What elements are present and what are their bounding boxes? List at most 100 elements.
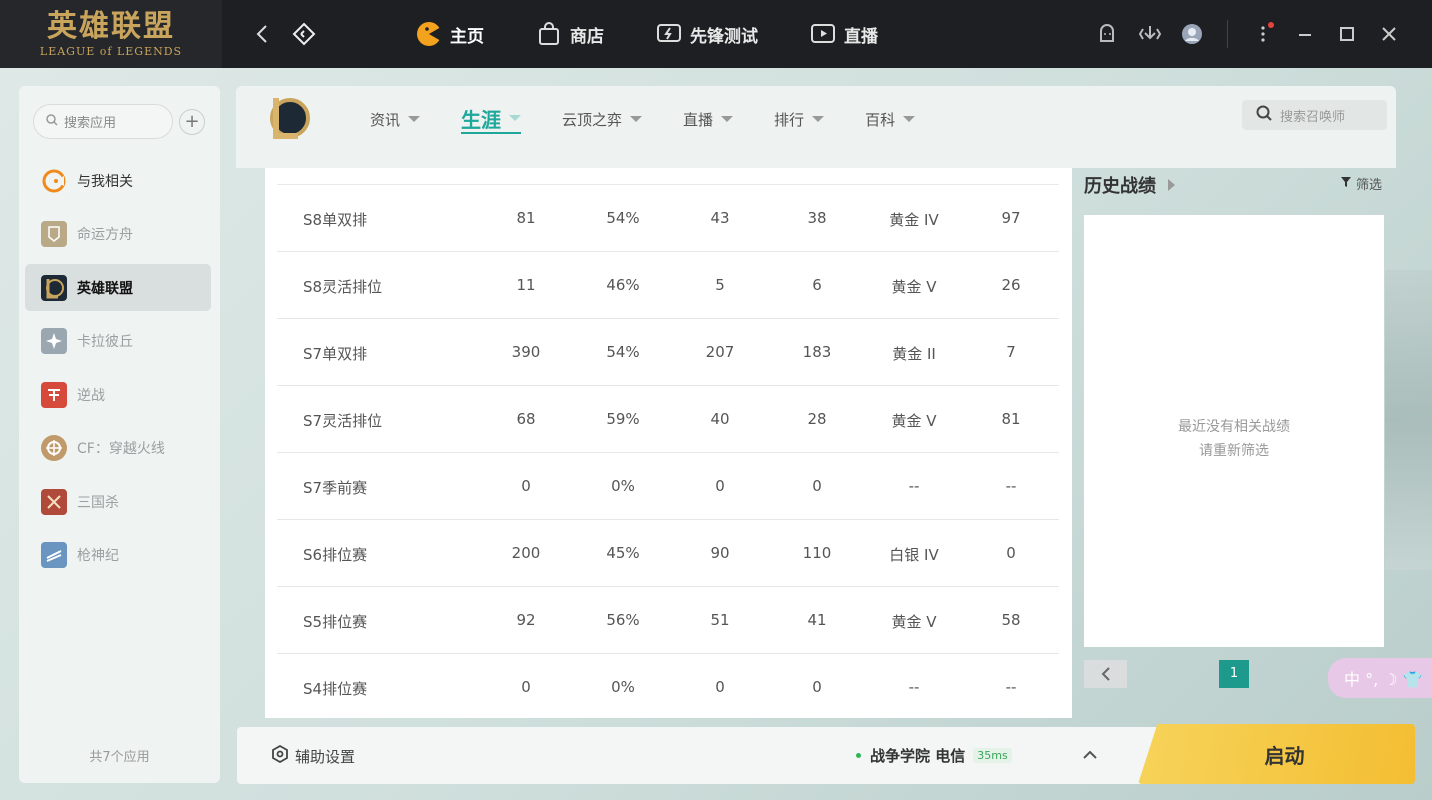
sidebar-item-label: 命运方舟 bbox=[77, 227, 133, 243]
points-cell: 97 bbox=[1001, 209, 1021, 227]
summoner-search-input[interactable]: 搜索召唤师 bbox=[1242, 100, 1387, 130]
search-icon bbox=[1256, 105, 1272, 125]
table-row[interactable]: S8单双排 81 54% 43 38 黄金 IV 97 bbox=[277, 185, 1059, 252]
nav-pbe-label: 先锋测试 bbox=[690, 26, 758, 47]
tab-label: 云顶之弈 bbox=[562, 110, 623, 129]
app-search-placeholder: 搜索应用 bbox=[64, 116, 117, 131]
window-controls bbox=[1079, 18, 1402, 50]
history-list: 最近没有相关战绩 请重新筛选 bbox=[1084, 215, 1384, 647]
points-cell: -- bbox=[1005, 477, 1017, 495]
add-app-button[interactable]: + bbox=[179, 109, 205, 135]
filter-icon bbox=[1340, 176, 1352, 192]
empty-line-1: 最近没有相关战绩 bbox=[1178, 419, 1290, 435]
winrate-cell: 54% bbox=[606, 343, 640, 361]
losses-cell: 0 bbox=[812, 678, 822, 696]
refresh-button[interactable] bbox=[290, 20, 318, 48]
sidebar-item-lost-ark[interactable]: 命运方舟 bbox=[25, 211, 211, 258]
filter-button[interactable]: 筛选 bbox=[1340, 174, 1382, 193]
table-row[interactable]: S7季前赛 0 0% 0 0 -- -- bbox=[277, 453, 1059, 520]
chevron-down-icon bbox=[721, 116, 734, 122]
back-button[interactable] bbox=[248, 20, 276, 48]
tier-cell: 白银 IV bbox=[889, 546, 939, 564]
table-row[interactable]: S7灵活排位 68 59% 40 28 黄金 V 81 bbox=[277, 386, 1059, 453]
sidebar-item-strinova[interactable]: 卡拉彼丘 bbox=[25, 318, 211, 365]
chevron-left-icon bbox=[256, 25, 267, 43]
crossfire-icon bbox=[41, 435, 67, 461]
rank-table: S8单双排 81 54% 43 38 黄金 IV 97 S8灵活排位 11 46% 5 6 黄金 V 26… bbox=[265, 168, 1072, 718]
notification-dot bbox=[1268, 22, 1274, 28]
more-menu-icon[interactable] bbox=[1250, 21, 1276, 47]
tab-live[interactable]: 直播 bbox=[683, 104, 734, 134]
table-row[interactable]: S4排位赛 0 0% 0 0 -- -- bbox=[277, 654, 1059, 718]
divider bbox=[1227, 20, 1228, 48]
lol-logo: 英雄联盟 LEAGUE of LEGENDS bbox=[0, 0, 222, 68]
winrate-cell: 54% bbox=[606, 209, 640, 227]
logo-title: 英雄联盟 bbox=[47, 8, 175, 44]
expand-servers-button[interactable] bbox=[1080, 745, 1100, 765]
wins-cell: 51 bbox=[710, 611, 730, 629]
sidebar-item-sanguosha[interactable]: 三国杀 bbox=[25, 478, 211, 525]
chat-bot-icon[interactable] bbox=[1095, 21, 1121, 47]
shopping-bag-icon bbox=[536, 21, 562, 47]
gear-icon bbox=[271, 744, 289, 767]
winrate-cell: 45% bbox=[606, 544, 640, 562]
nav-home[interactable]: 主页 bbox=[416, 18, 484, 50]
sidebar-item-label: 英雄联盟 bbox=[77, 280, 133, 297]
wins-cell: 0 bbox=[715, 477, 725, 495]
prev-page-button[interactable] bbox=[1084, 660, 1127, 688]
tab-news[interactable]: 资讯 bbox=[370, 104, 421, 134]
tab-ranking[interactable]: 排行 bbox=[774, 104, 825, 134]
tab-label: 资讯 bbox=[370, 110, 401, 129]
diamond-arrows-icon bbox=[292, 22, 316, 46]
sidebar-item-crossfire[interactable]: CF：穿越火线 bbox=[25, 425, 211, 472]
nav-shop[interactable]: 商店 bbox=[536, 18, 604, 50]
sidebar-item-lol[interactable]: 英雄联盟 bbox=[25, 264, 211, 311]
history-title-label: 历史战绩 bbox=[1084, 176, 1156, 197]
history-title[interactable]: 历史战绩 bbox=[1084, 172, 1175, 198]
wins-cell: 0 bbox=[715, 678, 725, 696]
table-row[interactable]: S5排位赛 92 56% 51 41 黄金 V 58 bbox=[277, 587, 1059, 654]
maximize-icon[interactable] bbox=[1334, 21, 1360, 47]
page-number-button[interactable]: 1 bbox=[1219, 660, 1249, 688]
table-row[interactable]: S8灵活排位 11 46% 5 6 黄金 V 26 bbox=[277, 252, 1059, 319]
assist-settings-label: 辅助设置 bbox=[295, 747, 356, 766]
chevron-down-icon bbox=[408, 116, 421, 122]
close-icon[interactable] bbox=[1376, 21, 1402, 47]
ime-toolbar[interactable]: 中 °, ☽ 👕 bbox=[1328, 658, 1432, 698]
assist-settings-button[interactable]: 辅助设置 bbox=[271, 744, 356, 767]
winrate-cell: 0% bbox=[611, 678, 635, 696]
nav-pbe[interactable]: 先锋测试 bbox=[656, 18, 758, 50]
app-search-input[interactable]: 搜索应用 bbox=[33, 104, 173, 139]
tier-cell: 黄金 II bbox=[892, 345, 936, 363]
nav-live[interactable]: 直播 bbox=[810, 18, 878, 50]
losses-cell: 183 bbox=[802, 343, 832, 361]
sidebar-item-nizhan[interactable]: 逆战 bbox=[25, 371, 211, 418]
lol-emblem-icon bbox=[264, 94, 312, 142]
launch-label: 启动 bbox=[1264, 743, 1305, 768]
wins-cell: 90 bbox=[710, 544, 730, 562]
season-cell: S7单双排 bbox=[303, 345, 368, 363]
tab-wiki[interactable]: 百科 bbox=[865, 104, 916, 134]
history-empty-message: 最近没有相关战绩 请重新筛选 bbox=[1084, 415, 1384, 463]
tab-label: 排行 bbox=[774, 110, 805, 129]
sidebar-item-related[interactable]: 与我相关 bbox=[25, 157, 211, 204]
table-row[interactable]: S6排位赛 200 45% 90 110 白银 IV 0 bbox=[277, 520, 1059, 587]
server-selector[interactable]: 战争学院 电信 35ms bbox=[856, 745, 1012, 766]
sidebar-item-qiangshenji[interactable]: 枪神纪 bbox=[25, 532, 211, 579]
user-avatar[interactable] bbox=[1179, 21, 1205, 47]
season-cell: S6排位赛 bbox=[303, 546, 368, 564]
tier-cell: 黄金 V bbox=[891, 613, 937, 631]
empty-line-2: 请重新筛选 bbox=[1199, 443, 1269, 459]
background-art bbox=[1385, 270, 1432, 570]
chevron-down-icon bbox=[630, 116, 643, 122]
tab-career[interactable]: 生涯 bbox=[461, 104, 522, 134]
minimize-icon[interactable] bbox=[1292, 21, 1318, 47]
table-row[interactable]: S7单双排 390 54% 207 183 黄金 II 7 bbox=[277, 319, 1059, 386]
title-bar: 英雄联盟 LEAGUE of LEGENDS 主页 商店 先锋测试 直播 bbox=[0, 0, 1432, 68]
points-cell: 26 bbox=[1001, 276, 1021, 294]
sub-tabs: 资讯 生涯 云顶之弈 直播 排行 百科 bbox=[370, 104, 956, 134]
tab-tft[interactable]: 云顶之弈 bbox=[562, 104, 643, 134]
launch-button[interactable]: 启动 bbox=[1138, 724, 1415, 784]
download-icon[interactable] bbox=[1137, 21, 1163, 47]
points-cell: 81 bbox=[1001, 410, 1021, 428]
